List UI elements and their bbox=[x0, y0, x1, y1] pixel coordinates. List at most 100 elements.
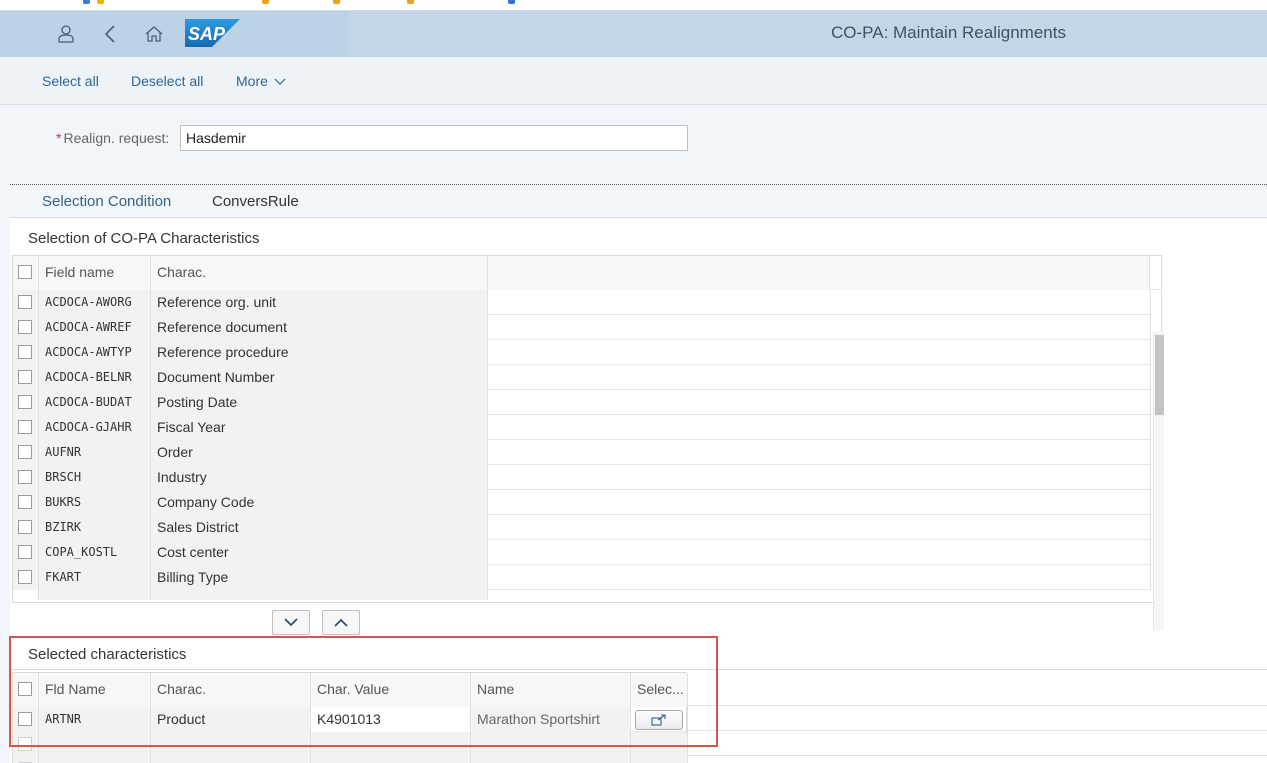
char-value-cell bbox=[311, 732, 471, 757]
fld-name-cell: ARTNR bbox=[39, 707, 151, 732]
table-row[interactable]: BRSCH Industry bbox=[13, 465, 1151, 490]
charac-cell: Document Number bbox=[151, 365, 488, 390]
field-name-cell: ACDOCA-AWORG bbox=[39, 290, 151, 315]
chevron-down-icon bbox=[274, 78, 286, 85]
more-label: More bbox=[236, 73, 268, 89]
home-icon[interactable] bbox=[142, 22, 166, 46]
charac-cell: Cost center bbox=[151, 540, 488, 565]
column-header-selection: Selec... bbox=[631, 673, 688, 707]
browser-icon bbox=[407, 0, 414, 4]
section-divider bbox=[10, 669, 1267, 670]
row-select-cell bbox=[13, 365, 39, 390]
row-select-cell bbox=[13, 757, 39, 763]
column-header-char-value: Char. Value bbox=[311, 673, 471, 707]
table-row[interactable] bbox=[13, 757, 688, 763]
charac-cell: Industry bbox=[151, 465, 488, 490]
row-checkbox[interactable] bbox=[18, 370, 32, 384]
row-select-cell bbox=[13, 340, 39, 365]
vertical-scrollbar[interactable] bbox=[1153, 332, 1164, 630]
realign-request-input[interactable] bbox=[180, 125, 688, 151]
multiple-selection-button[interactable] bbox=[635, 710, 683, 730]
table-row[interactable]: ARTNR Product K4901013 Marathon Sportshi… bbox=[13, 707, 688, 732]
row-checkbox[interactable] bbox=[18, 737, 32, 751]
empty-cell bbox=[488, 390, 1151, 415]
empty-cell bbox=[488, 540, 1151, 565]
realign-request-label-text: Realign. request: bbox=[63, 130, 170, 146]
row-checkbox[interactable] bbox=[18, 445, 32, 459]
chevron-up-icon bbox=[334, 618, 348, 627]
select-all-checkbox[interactable] bbox=[18, 265, 32, 279]
empty-cell bbox=[488, 365, 1151, 390]
user-icon[interactable] bbox=[54, 22, 78, 46]
header-select-cell bbox=[13, 256, 39, 290]
back-icon[interactable] bbox=[98, 22, 122, 46]
sap-logo[interactable]: SAP bbox=[185, 19, 240, 47]
app-title: CO-PA: Maintain Realignments bbox=[831, 23, 1066, 42]
charac-cell: Reference procedure bbox=[151, 340, 488, 365]
table-row[interactable]: AUFNR Order bbox=[13, 440, 1151, 465]
name-cell bbox=[471, 732, 631, 757]
table-row[interactable]: ACDOCA-GJAHR Fiscal Year bbox=[13, 415, 1151, 440]
row-checkbox[interactable] bbox=[18, 520, 32, 534]
table-row[interactable]: BZIRK Sales District bbox=[13, 515, 1151, 540]
more-button[interactable]: More bbox=[236, 73, 286, 89]
browser-icon bbox=[262, 0, 269, 4]
tab-selection-condition[interactable]: Selection Condition bbox=[42, 193, 172, 220]
row-checkbox[interactable] bbox=[18, 470, 32, 484]
selected-section-title: Selected characteristics bbox=[28, 646, 187, 663]
fld-name-cell bbox=[39, 757, 151, 763]
row-line bbox=[687, 730, 1267, 731]
table-row[interactable]: ACDOCA-AWREF Reference document bbox=[13, 315, 1151, 340]
table-row[interactable]: ACDOCA-BELNR Document Number bbox=[13, 365, 1151, 390]
field-name-cell: BZIRK bbox=[39, 515, 151, 540]
select-all-checkbox[interactable] bbox=[18, 682, 32, 696]
empty-cell bbox=[488, 440, 1151, 465]
field-name-cell: FKART bbox=[39, 565, 151, 590]
row-checkbox[interactable] bbox=[18, 295, 32, 309]
row-checkbox[interactable] bbox=[18, 570, 32, 584]
table-row[interactable]: ACDOCA-BUDAT Posting Date bbox=[13, 390, 1151, 415]
row-line bbox=[687, 705, 1267, 706]
empty-cell bbox=[488, 465, 1151, 490]
table-row[interactable]: BUKRS Company Code bbox=[13, 490, 1151, 515]
scrollbar-thumb[interactable] bbox=[1155, 335, 1164, 415]
tab-conversrule[interactable]: ConversRule bbox=[212, 193, 299, 210]
field-name-cell: BRSCH bbox=[39, 465, 151, 490]
row-select-cell bbox=[13, 515, 39, 540]
row-checkbox[interactable] bbox=[18, 395, 32, 409]
char-value-input[interactable]: K4901013 bbox=[311, 707, 471, 732]
charac-cell bbox=[151, 590, 488, 600]
deselect-all-button[interactable]: Deselect all bbox=[131, 73, 203, 89]
row-checkbox[interactable] bbox=[18, 320, 32, 334]
row-checkbox[interactable] bbox=[18, 545, 32, 559]
shell-bar: SAP CO-PA: Maintain Realignments bbox=[0, 11, 1267, 57]
charac-cell: Posting Date bbox=[151, 390, 488, 415]
char-value-cell bbox=[311, 757, 471, 763]
field-name-cell: COPA_KOSTL bbox=[39, 540, 151, 565]
table-header: Fld Name Charac. Char. Value Name Selec.… bbox=[13, 673, 688, 707]
field-name-cell: BUKRS bbox=[39, 490, 151, 515]
required-mark: * bbox=[56, 130, 62, 146]
move-down-button[interactable] bbox=[272, 610, 310, 635]
empty-cell bbox=[488, 490, 1151, 515]
table-row[interactable]: ACDOCA-AWORG Reference org. unit bbox=[13, 290, 1151, 315]
svg-text:SAP: SAP bbox=[188, 24, 226, 44]
table-row[interactable]: FKART Billing Type bbox=[13, 565, 1151, 590]
row-select-cell bbox=[13, 707, 39, 732]
table-row[interactable] bbox=[13, 732, 688, 757]
field-name-cell bbox=[39, 590, 151, 600]
browser-icon bbox=[83, 0, 90, 4]
row-checkbox[interactable] bbox=[18, 712, 32, 726]
row-checkbox[interactable] bbox=[18, 495, 32, 509]
row-checkbox[interactable] bbox=[18, 420, 32, 434]
row-select-cell bbox=[13, 290, 39, 315]
selection-cell bbox=[631, 732, 688, 757]
table-row[interactable]: ACDOCA-AWTYP Reference procedure bbox=[13, 340, 1151, 365]
row-checkbox[interactable] bbox=[18, 345, 32, 359]
table-row[interactable]: COPA_KOSTL Cost center bbox=[13, 540, 1151, 565]
row-select-cell bbox=[13, 732, 39, 757]
characteristics-table: Field name Charac. ACDOCA-AWORG Reference… bbox=[12, 255, 1164, 630]
name-cell bbox=[471, 757, 631, 763]
move-up-button[interactable] bbox=[322, 610, 360, 635]
select-all-button[interactable]: Select all bbox=[42, 73, 99, 89]
